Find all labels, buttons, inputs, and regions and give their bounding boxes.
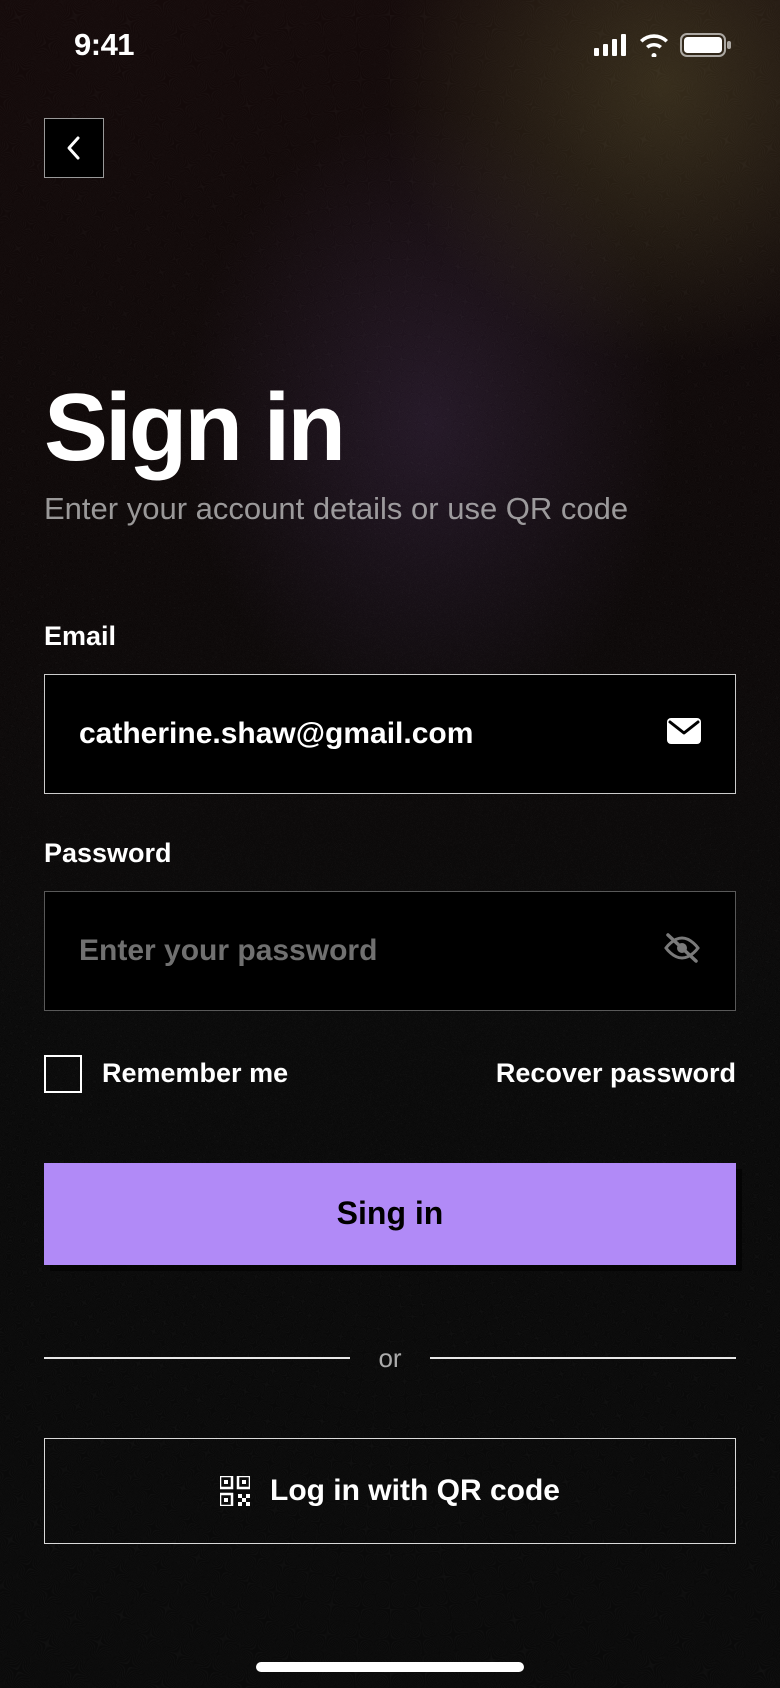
battery-icon	[680, 33, 732, 57]
status-icons	[594, 33, 732, 57]
cellular-icon	[594, 34, 628, 56]
status-bar: 9:41	[44, 0, 736, 72]
email-input[interactable]	[79, 717, 651, 751]
password-field-container[interactable]	[44, 891, 736, 1011]
remember-checkbox[interactable]	[44, 1055, 82, 1093]
back-button[interactable]	[44, 118, 104, 178]
page-subtitle: Enter your account details or use QR cod…	[44, 491, 736, 527]
page-title: Sign in	[44, 378, 736, 479]
sign-in-button[interactable]: Sing in	[44, 1163, 736, 1265]
remember-label: Remember me	[102, 1058, 288, 1089]
mail-icon	[667, 718, 701, 749]
email-label: Email	[44, 621, 736, 652]
qr-login-button[interactable]: Log in with QR code	[44, 1438, 736, 1544]
status-time: 9:41	[74, 27, 134, 63]
qr-code-icon	[220, 1476, 250, 1506]
chevron-left-icon	[65, 135, 83, 161]
password-label: Password	[44, 838, 736, 869]
qr-button-label: Log in with QR code	[270, 1474, 560, 1508]
divider: or	[44, 1343, 736, 1374]
visibility-off-icon[interactable]	[663, 932, 701, 969]
divider-label: or	[378, 1343, 401, 1374]
home-indicator[interactable]	[256, 1662, 524, 1672]
email-field-container[interactable]	[44, 674, 736, 794]
recover-password-link[interactable]: Recover password	[496, 1058, 736, 1089]
divider-line-left	[44, 1357, 350, 1359]
wifi-icon	[638, 33, 670, 57]
password-input[interactable]	[79, 934, 647, 968]
remember-me[interactable]: Remember me	[44, 1055, 288, 1093]
divider-line-right	[430, 1357, 736, 1359]
